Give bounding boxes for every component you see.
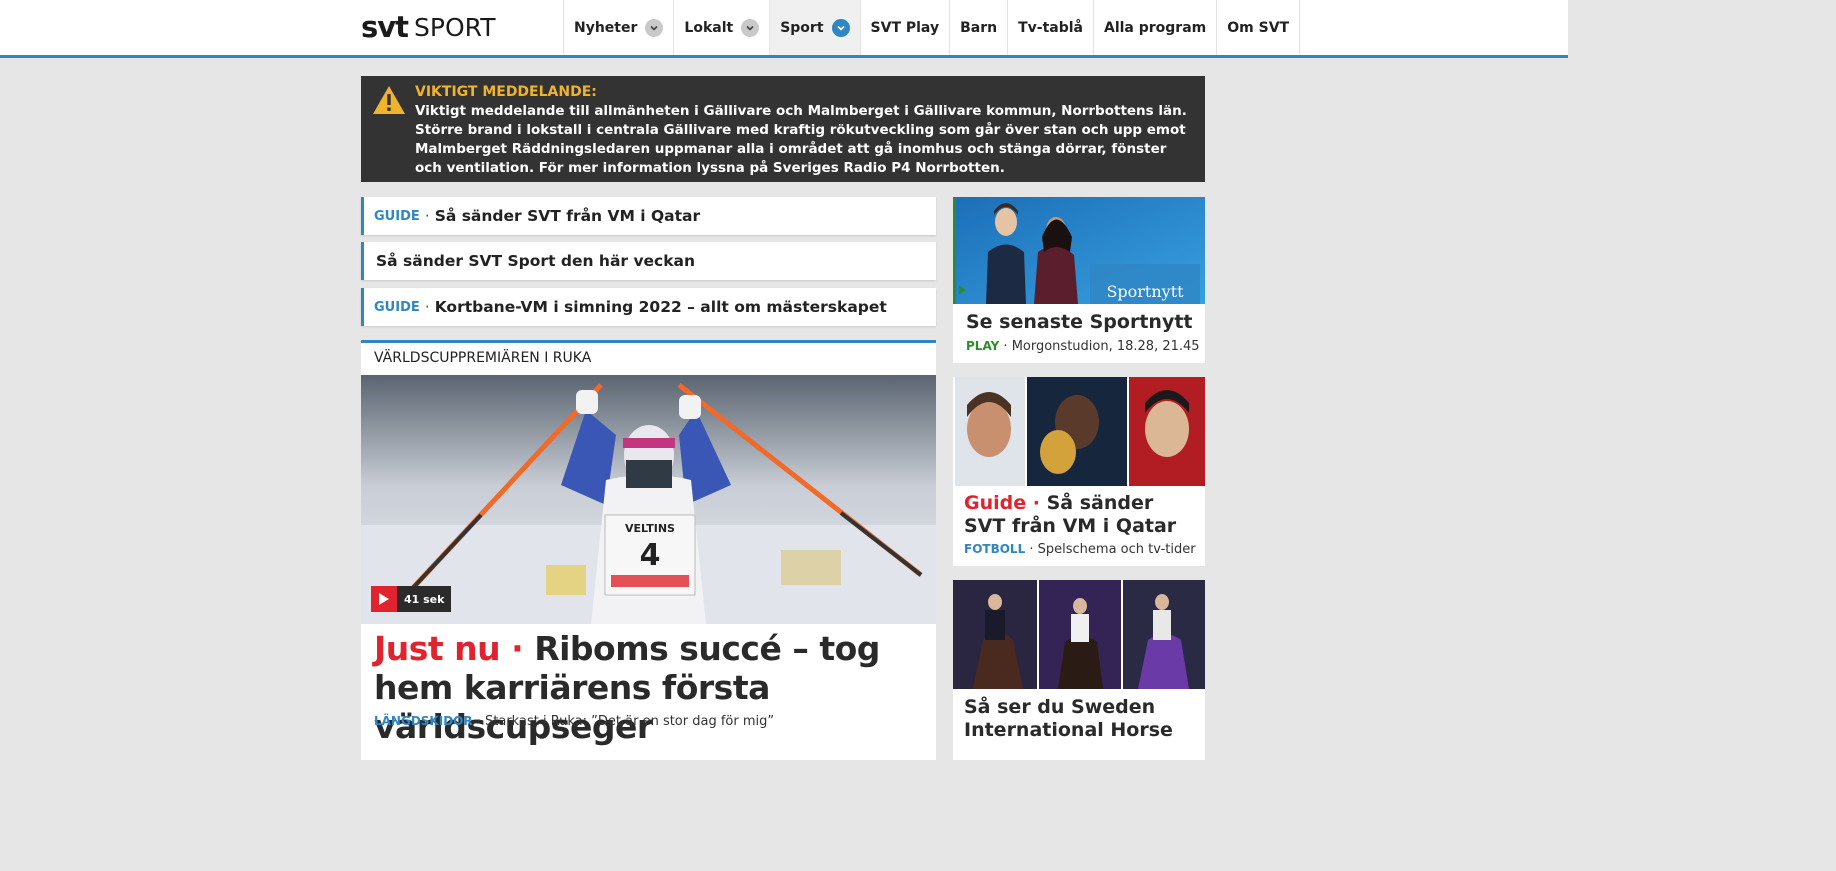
sportnytt-image: Sportnytt — [953, 197, 1205, 304]
nav-item-sport[interactable]: Sport — [770, 0, 861, 55]
guide-tag: GUIDE — [374, 208, 420, 224]
alert-title: VIKTIGT MEDDELANDE: — [415, 84, 597, 100]
video-duration-badge[interactable]: 41 sek — [371, 586, 452, 612]
nav-label: Sport — [780, 19, 824, 36]
top-header: svt SPORT Nyheter Lokalt Sport SVT Play … — [0, 0, 1568, 58]
horse-card[interactable]: Så ser du Sweden International Horse — [953, 580, 1205, 760]
story-subline: LÄNGDSKIDOR · Starkast i Ruka: ”Det är e… — [374, 714, 774, 729]
chevron-down-icon[interactable] — [741, 18, 760, 37]
link-text: Kortbane-VM i simning 2022 – allt om mäs… — [434, 298, 887, 316]
link-guide-vm-qatar[interactable]: GUIDE · Så sänder SVT från VM i Qatar — [361, 197, 936, 235]
nav-item-lokalt[interactable]: Lokalt — [674, 0, 771, 55]
bib-sponsor-text: VELTINS — [625, 522, 675, 535]
story-image[interactable]: VELTINS 4 41 sek — [361, 375, 936, 624]
horse-title[interactable]: Så ser du Sweden International Horse — [964, 696, 1199, 742]
main-nav: Nyheter Lokalt Sport SVT Play Barn Tv-ta… — [563, 0, 1301, 55]
presenters-photo: Sportnytt — [956, 197, 1205, 304]
video-length: 41 sek — [404, 592, 445, 606]
sportnytt-overlay-text: Sportnytt — [1106, 282, 1184, 301]
chevron-down-icon[interactable] — [645, 18, 664, 37]
footballers-photo — [953, 377, 1205, 486]
nav-label: Tv-tablå — [1018, 19, 1083, 36]
guide-vm-subline: FOTBOLL · Spelschema och tv-tider — [964, 542, 1196, 557]
link-text: Så sänder SVT från VM i Qatar — [434, 207, 701, 225]
bib-number: 4 — [640, 538, 661, 573]
story-subtext: Starkast i Ruka: ”Det är en stor dag för… — [485, 714, 775, 729]
link-guide-kortbane-vm[interactable]: GUIDE · Kortbane-VM i simning 2022 – allt… — [361, 288, 936, 326]
sportnytt-card[interactable]: Sportnytt Se senaste Sportnytt PLAY · Mo… — [953, 197, 1205, 363]
separator-dot: · — [1026, 492, 1047, 514]
main-story-card[interactable]: VÄRLDSCUPPREMIÄREN I RUKA VELTINS 4 41 s… — [361, 340, 936, 760]
nav-item-tv-tabla[interactable]: Tv-tablå — [1008, 0, 1094, 55]
separator-dot: · — [424, 298, 430, 316]
logo-svt: svt — [361, 10, 409, 44]
play-tag[interactable]: PLAY — [966, 339, 999, 353]
nav-label: Alla program — [1103, 19, 1207, 36]
live-label: Just nu — [374, 629, 501, 668]
category-tag[interactable]: LÄNGDSKIDOR — [374, 714, 473, 728]
nav-label: Om SVT — [1227, 19, 1290, 36]
guide-tag: GUIDE — [374, 299, 420, 315]
logo-sport: SPORT — [414, 12, 496, 42]
warning-icon — [373, 86, 405, 114]
svt-sport-logo[interactable]: svt SPORT — [361, 7, 495, 47]
footballers-image — [953, 377, 1205, 486]
guide-vm-subtext: Spelschema och tv-tider — [1037, 542, 1196, 557]
play-icon[interactable] — [371, 586, 397, 612]
sportnytt-subline: PLAY · Morgonstudion, 18.28, 21.45 — [966, 339, 1200, 354]
nav-item-barn[interactable]: Barn — [950, 0, 1009, 55]
sportnytt-title[interactable]: Se senaste Sportnytt — [966, 311, 1193, 334]
separator-dot: · — [999, 339, 1012, 354]
nav-item-om-svt[interactable]: Om SVT — [1217, 0, 1301, 55]
guide-label: Guide — [964, 492, 1027, 514]
sportnytt-times: Morgonstudion, 18.28, 21.45 — [1011, 339, 1200, 354]
nav-label: Barn — [960, 19, 998, 36]
nav-label: Lokalt — [684, 19, 734, 36]
chevron-down-icon[interactable] — [831, 18, 850, 37]
horse-riders-photo — [953, 580, 1205, 689]
separator-dot: · — [500, 629, 535, 668]
story-kicker: VÄRLDSCUPPREMIÄREN I RUKA — [374, 350, 592, 366]
separator-dot: · — [424, 207, 430, 225]
separator-dot: · — [472, 714, 486, 729]
horse-image — [953, 580, 1205, 689]
nav-label: Nyheter — [574, 19, 638, 36]
guide-vm-card[interactable]: Guide · Så sänder SVT från VM i Qatar FO… — [953, 377, 1205, 566]
nav-item-alla-program[interactable]: Alla program — [1094, 0, 1218, 55]
link-text: Så sänder SVT Sport den här veckan — [376, 252, 696, 270]
fotboll-tag[interactable]: FOTBOLL — [964, 542, 1025, 556]
nav-label: SVT Play — [870, 19, 940, 36]
alert-body: Viktigt meddelande till allmänheten i Gä… — [415, 103, 1187, 176]
nav-item-svt-play[interactable]: SVT Play — [861, 0, 951, 55]
link-svt-sport-veckan[interactable]: Så sänder SVT Sport den här veckan — [361, 242, 936, 280]
important-message-banner: VIKTIGT MEDDELANDE: Viktigt meddelande t… — [361, 76, 1205, 182]
nav-item-nyheter[interactable]: Nyheter — [564, 0, 675, 55]
guide-vm-title[interactable]: Guide · Så sänder SVT från VM i Qatar — [964, 492, 1199, 538]
separator-dot: · — [1025, 542, 1038, 557]
